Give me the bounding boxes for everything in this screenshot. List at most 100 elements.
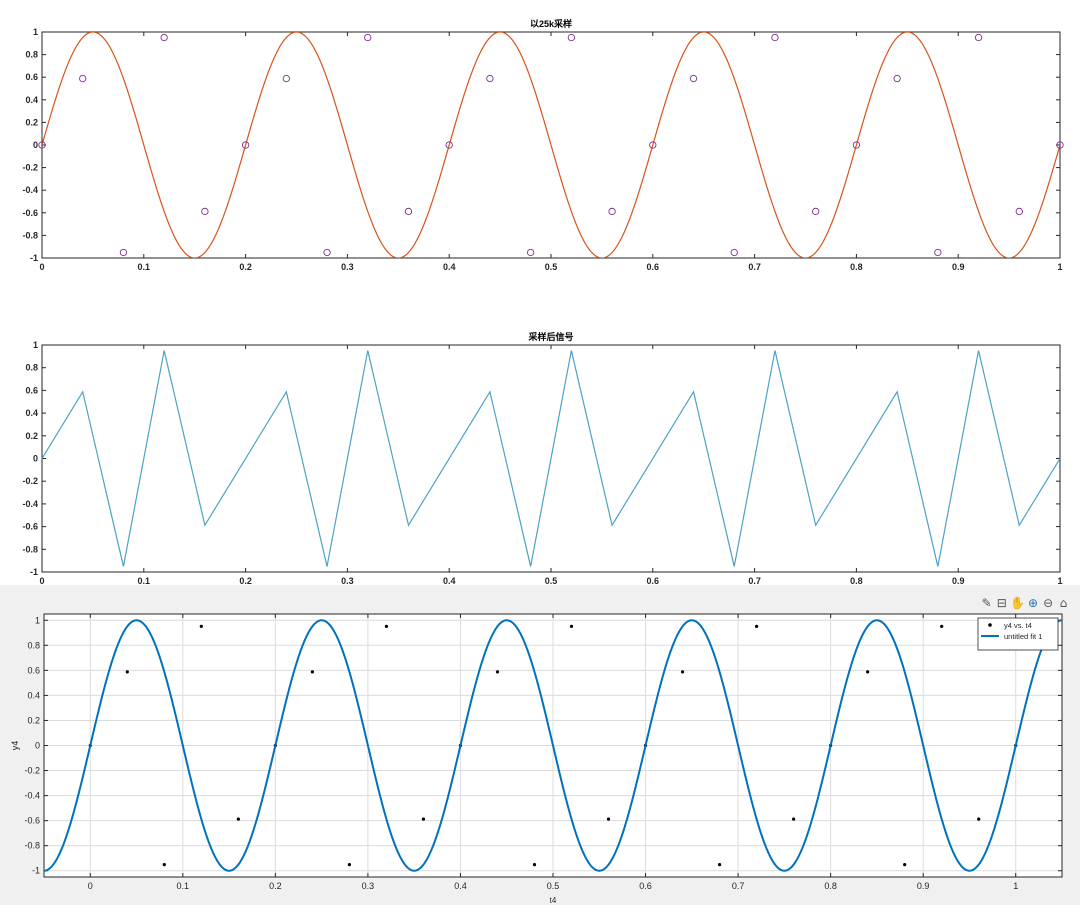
x-tick-label: 0.8 — [824, 881, 837, 891]
x-tick-label: 0.5 — [547, 881, 560, 891]
data-point — [282, 74, 290, 83]
y-tick-label: 0.2 — [27, 715, 40, 725]
legend: y4 vs. t4 untitled fit 1 — [977, 617, 1059, 651]
x-axis-label: t4 — [550, 896, 557, 905]
y-tick-label: 0 — [33, 140, 38, 150]
data-point — [421, 817, 426, 821]
data-point — [792, 817, 796, 821]
data-point — [569, 624, 574, 628]
y-tick-label: 0.4 — [27, 690, 40, 700]
y-tick-label: 0.8 — [27, 640, 40, 650]
x-tick-label: 1 — [1013, 881, 1018, 891]
legend-label: y4 vs. t4 — [1004, 621, 1032, 630]
x-tick-label: 0.5 — [545, 262, 558, 272]
data-point — [347, 863, 351, 867]
y-tick-label: 0 — [35, 741, 40, 751]
y-tick-label: 1 — [35, 615, 40, 625]
y-tick-label: -0.4 — [22, 499, 38, 509]
x-tick-label: 0 — [39, 262, 44, 272]
y-tick-label: -0.2 — [22, 163, 38, 173]
y-tick-label: -0.4 — [22, 185, 38, 195]
data-point — [893, 74, 901, 83]
x-tick-label: 0.1 — [138, 576, 151, 586]
data-point — [730, 248, 738, 257]
x-tick-label: 0.2 — [269, 881, 282, 891]
x-tick-label: 0.8 — [850, 262, 863, 272]
x-tick-label: 0.9 — [952, 262, 965, 272]
data-point — [364, 33, 372, 42]
data-point — [940, 624, 944, 628]
x-tick-label: 0.6 — [647, 576, 660, 586]
x-tick-label: 0 — [88, 881, 93, 891]
chart-1: 0 0.1 0.2 0.3 0.4 0.5 0.6 0.7 0.8 0.9 1 -1 -0.8 -0.6 -… — [22, 18, 1064, 272]
y-tick-label: -1 — [32, 866, 40, 876]
x-tick-label: 0.3 — [341, 576, 354, 586]
y-tick-label: -1 — [30, 253, 38, 263]
y-tick-label: -0.2 — [22, 476, 38, 486]
data-point — [974, 33, 983, 42]
y-tick-label: -0.8 — [24, 841, 40, 851]
data-point — [977, 817, 981, 821]
x-tick-label: 0.4 — [454, 881, 467, 891]
x-tick-label: 0.3 — [341, 262, 354, 272]
data-point — [310, 670, 314, 674]
data-point — [236, 817, 240, 821]
chart-title: 以25k采样 — [530, 18, 572, 29]
data-point — [119, 248, 128, 257]
y-tick-label: 0.6 — [25, 72, 38, 82]
data-point — [934, 248, 942, 257]
data-point — [526, 248, 535, 257]
y-tick-label: 0.4 — [25, 408, 38, 418]
y-tick-label: -1 — [30, 567, 38, 577]
y-tick-label: 0.8 — [25, 50, 38, 60]
y-tick-label: -0.6 — [22, 522, 38, 532]
x-tick-label: 0.7 — [732, 881, 745, 891]
data-point — [812, 207, 820, 216]
y-tick-label: -0.8 — [22, 230, 38, 240]
x-tick-label: 1 — [1057, 262, 1062, 272]
data-point — [689, 74, 698, 83]
legend-label: untitled fit 1 — [1004, 632, 1042, 641]
x-tick-label: 0.6 — [647, 262, 660, 272]
data-point — [903, 863, 907, 867]
data-point — [125, 670, 129, 674]
data-point — [532, 863, 537, 867]
x-tick-label: 0.1 — [177, 881, 190, 891]
x-tick-label: 0.1 — [138, 262, 151, 272]
data-point — [495, 670, 500, 674]
y-tick-label: -0.2 — [24, 766, 40, 776]
series-curve — [42, 32, 1060, 258]
y-tick-label: 0.6 — [25, 385, 38, 395]
data-point — [79, 74, 87, 83]
data-point — [771, 33, 779, 42]
x-tick-label: 0 — [39, 576, 44, 586]
x-tick-label: 0.7 — [748, 262, 761, 272]
x-tick-label: 0.4 — [443, 576, 456, 586]
y-tick-label: 0.2 — [25, 117, 38, 127]
y-tick-label: 0.2 — [25, 431, 38, 441]
x-tick-label: 0.2 — [239, 262, 252, 272]
chart-title: 采样后信号 — [527, 331, 573, 342]
data-point — [680, 670, 685, 674]
y-tick-label: -0.8 — [22, 544, 38, 554]
plots-canvas: 0 0.1 0.2 0.3 0.4 0.5 0.6 0.7 0.8 0.9 1 -1 -0.8 -0.6 -… — [10, 18, 1064, 905]
data-point — [1015, 207, 1023, 216]
data-point — [162, 863, 166, 867]
data-point — [201, 207, 209, 216]
y-tick-label: 0.4 — [25, 95, 38, 105]
y-tick-label: -0.4 — [24, 791, 40, 801]
y-tick-label: 1 — [33, 27, 38, 37]
x-tick-label: 0.7 — [748, 576, 761, 586]
legend-marker — [988, 623, 992, 627]
x-tick-label: 0.9 — [952, 576, 965, 586]
y-tick-label: 0.6 — [27, 665, 40, 675]
data-point — [866, 670, 870, 674]
series-line — [41, 350, 1061, 567]
data-point — [608, 207, 616, 216]
y-tick-label: -0.6 — [22, 208, 38, 218]
figure-window: ✎ ⊟ ✋ ⊕ ⊖ ⌂ 0 0.1 0.2 0.3 0.4 0.5 0.6 0.7 0.8 0.9… — [0, 0, 1080, 905]
x-tick-label: 0.5 — [545, 576, 558, 586]
data-point — [160, 33, 168, 42]
data-point — [567, 33, 576, 42]
chart-3: 0 0.1 0.2 0.3 0.4 0.5 0.6 0.7 0.8 0.9 1 -1 -0.8 -0.6 -… — [10, 613, 1063, 905]
